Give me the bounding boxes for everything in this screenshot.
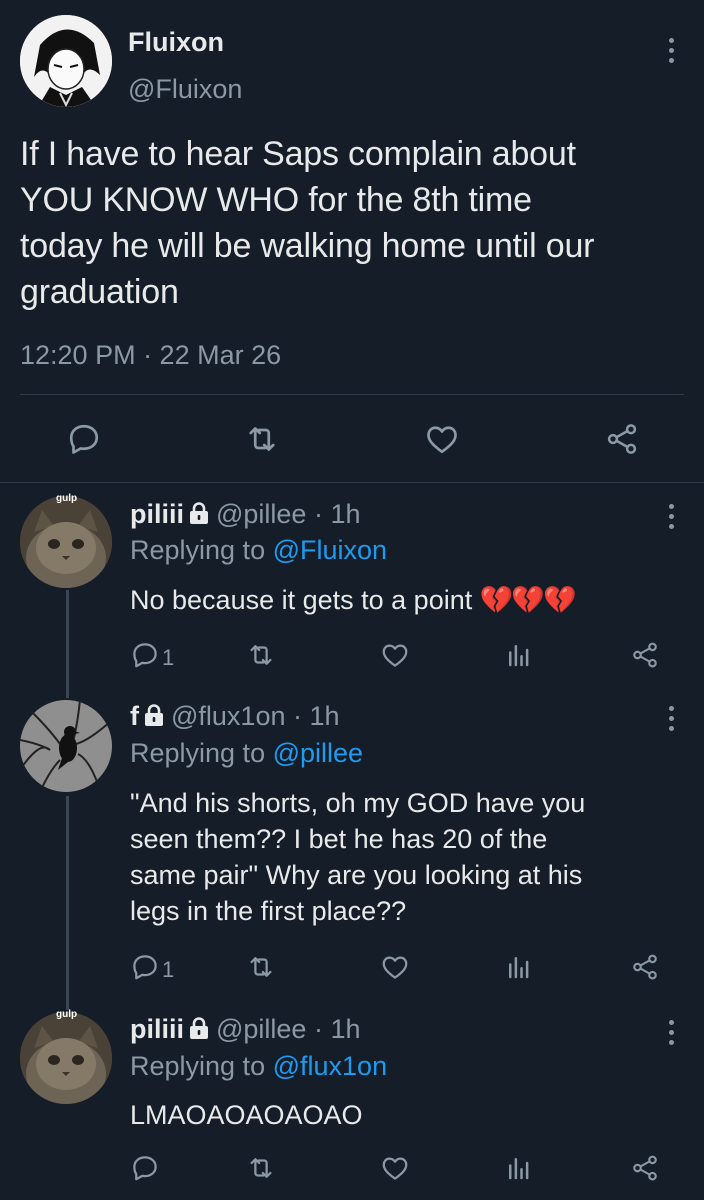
display-name[interactable]: piliii bbox=[130, 499, 184, 529]
reply-text: No because it gets to a point 💔💔💔 bbox=[130, 584, 577, 616]
more-options-icon[interactable] bbox=[668, 1020, 674, 1045]
reply-count: 1 bbox=[162, 957, 175, 982]
divider bbox=[20, 394, 684, 395]
share-icon[interactable] bbox=[630, 640, 660, 670]
reply-header: piliii @pillee · 1h bbox=[130, 1014, 361, 1045]
tweet-text-line: graduation bbox=[20, 273, 179, 311]
reply-text-line: "And his shorts, oh my GOD have you bbox=[130, 788, 586, 818]
replying-to-prefix: Replying to bbox=[130, 535, 266, 565]
like-icon[interactable] bbox=[380, 640, 410, 670]
avatar[interactable] bbox=[20, 1012, 112, 1104]
handle[interactable]: @flux1on bbox=[171, 701, 285, 731]
more-options-icon[interactable] bbox=[668, 706, 674, 731]
avatar-image bbox=[20, 15, 112, 107]
replying-to-link[interactable]: @flux1on bbox=[273, 1051, 387, 1081]
tweet-text-line: If I have to hear Saps complain about bbox=[20, 135, 576, 173]
retweet-icon[interactable] bbox=[246, 640, 276, 670]
thread-line bbox=[66, 796, 69, 1010]
broken-heart-emoji: 💔💔💔 bbox=[479, 585, 577, 615]
tweet-text-line: today he will be walking home until our bbox=[20, 227, 595, 265]
share-icon[interactable] bbox=[604, 421, 640, 457]
post-time[interactable]: · 1h bbox=[314, 1014, 361, 1044]
timestamp[interactable]: 12:20 PM · 22 Mar 26 bbox=[20, 340, 281, 371]
avatar[interactable] bbox=[20, 496, 112, 588]
reply-text: LMAOAOAOAOAO bbox=[130, 1100, 363, 1131]
avatar[interactable] bbox=[20, 15, 112, 107]
handle[interactable]: @pillee bbox=[216, 499, 306, 529]
replying-to-link[interactable]: @Fluixon bbox=[273, 535, 387, 565]
replying-to-prefix: Replying to bbox=[130, 1051, 266, 1081]
analytics-icon[interactable] bbox=[504, 1153, 534, 1183]
lock-icon bbox=[190, 1017, 208, 1039]
post-time[interactable]: · 1h bbox=[314, 499, 361, 529]
reply-text-line: No because it gets to a point bbox=[130, 585, 473, 615]
share-icon[interactable] bbox=[630, 1153, 660, 1183]
thread-line bbox=[66, 590, 69, 698]
post-time[interactable]: · 1h bbox=[293, 701, 340, 731]
like-icon[interactable] bbox=[380, 952, 410, 982]
avatar-caption: gulp bbox=[56, 493, 78, 504]
reply-text-line: legs in the first place?? bbox=[130, 896, 407, 926]
replying-to: Replying to @Fluixon bbox=[130, 535, 387, 566]
handle[interactable]: @pillee bbox=[216, 1014, 306, 1044]
more-options-icon[interactable] bbox=[668, 38, 674, 63]
lock-icon bbox=[145, 704, 163, 726]
tweet-text-line: YOU KNOW WHO for the 8th time bbox=[20, 181, 532, 219]
reply-text-line: same pair" Why are you looking at his bbox=[130, 860, 583, 890]
cat-avatar-image bbox=[20, 496, 112, 588]
reply-icon[interactable] bbox=[66, 421, 102, 457]
retweet-icon[interactable] bbox=[246, 1153, 276, 1183]
lock-icon bbox=[190, 502, 208, 524]
analytics-icon[interactable] bbox=[504, 640, 534, 670]
reply-text-line: LMAOAOAOAOAO bbox=[130, 1100, 363, 1130]
share-icon[interactable] bbox=[630, 952, 660, 982]
handle[interactable]: @Fluixon bbox=[128, 74, 242, 105]
display-name[interactable]: Fluixon bbox=[128, 27, 224, 58]
retweet-icon[interactable] bbox=[244, 421, 280, 457]
reply-text: "And his shorts, oh my GOD have you seen… bbox=[130, 785, 585, 929]
reply-icon[interactable] bbox=[130, 640, 160, 670]
retweet-icon[interactable] bbox=[246, 952, 276, 982]
analytics-icon[interactable] bbox=[504, 952, 534, 982]
replying-to: Replying to @pillee bbox=[130, 738, 363, 769]
cat-avatar-image bbox=[20, 1012, 112, 1104]
display-name[interactable]: f bbox=[130, 701, 139, 731]
reply-icon[interactable] bbox=[130, 1153, 160, 1183]
avatar[interactable] bbox=[20, 700, 112, 792]
crow-avatar-image bbox=[20, 700, 112, 792]
replying-to: Replying to @flux1on bbox=[130, 1051, 387, 1082]
replying-to-prefix: Replying to bbox=[130, 738, 266, 768]
divider bbox=[0, 482, 704, 483]
avatar-caption: gulp bbox=[56, 1009, 78, 1020]
tweet-text: If I have to hear Saps complain about YO… bbox=[20, 131, 595, 315]
replying-to-link[interactable]: @pillee bbox=[273, 738, 363, 768]
display-name[interactable]: piliii bbox=[130, 1014, 184, 1044]
more-options-icon[interactable] bbox=[668, 504, 674, 529]
reply-icon[interactable] bbox=[130, 952, 160, 982]
reply-header: f @flux1on · 1h bbox=[130, 701, 340, 732]
reply-header: piliii @pillee · 1h bbox=[130, 499, 361, 530]
reply-text-line: seen them?? I bet he has 20 of the bbox=[130, 824, 548, 854]
like-icon[interactable] bbox=[380, 1153, 410, 1183]
reply-count: 1 bbox=[162, 645, 175, 670]
like-icon[interactable] bbox=[424, 421, 460, 457]
